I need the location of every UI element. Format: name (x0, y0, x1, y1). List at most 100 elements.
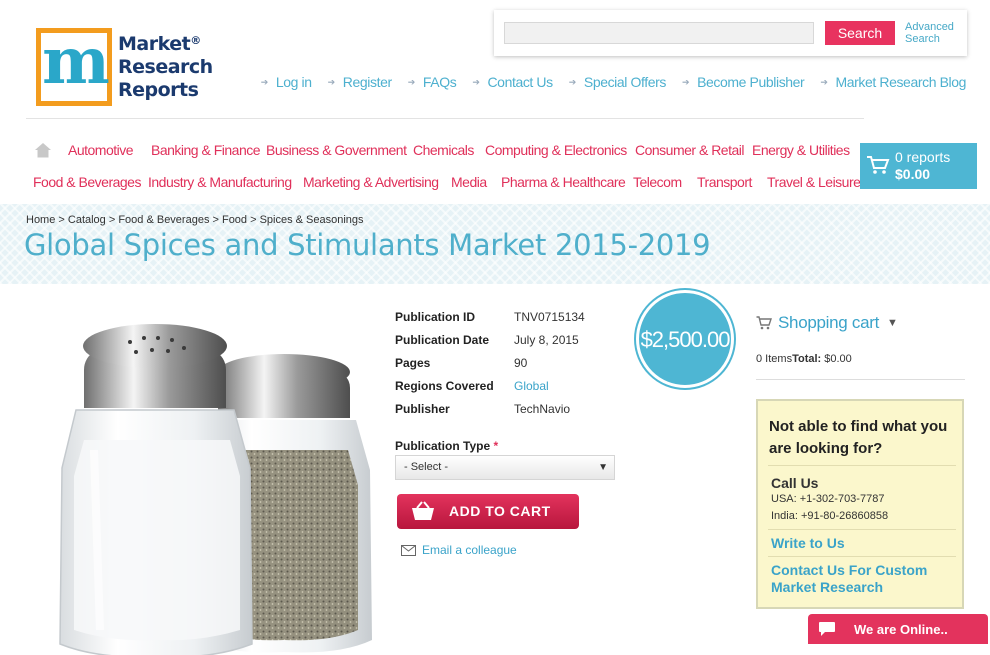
detail-label: Pages (395, 356, 431, 370)
nav-item-automotive[interactable]: Automotive (68, 142, 134, 158)
nav-item-computing-electronics[interactable]: Computing & Electronics (485, 142, 627, 158)
price-badge: $2,500.00 (636, 290, 734, 388)
dropdown-caret-icon: ▼ (598, 462, 608, 473)
nav-item-business-government[interactable]: Business & Government (266, 142, 407, 158)
top-link-become-publisher[interactable]: ➔ Become Publisher (682, 74, 805, 90)
cart-count: 0 reports (895, 149, 951, 165)
nav-item-industry-manufacturing[interactable]: Industry & Manufacturing (148, 174, 292, 190)
shopping-cart-title: Shopping cart (778, 313, 880, 332)
top-link-label: Special Offers (583, 74, 666, 90)
logo-wordmark: Market® Research Reports (118, 33, 213, 102)
add-to-cart-label: ADD TO CART (449, 503, 551, 519)
basket-icon (412, 501, 434, 520)
envelope-icon (401, 544, 416, 556)
top-link-label: FAQs (422, 74, 457, 90)
top-link-special-offers[interactable]: ➔ Special Offers (569, 74, 667, 90)
region-link[interactable]: Global (514, 379, 549, 393)
detail-value: July 8, 2015 (514, 333, 579, 347)
logo-line-3: Reports (118, 78, 199, 101)
nav-item-consumer-retail[interactable]: Consumer & Retail (635, 142, 745, 158)
top-link-label: Log in (275, 74, 312, 90)
arrow-icon: ➔ (472, 76, 480, 87)
select-value: - Select - (404, 461, 449, 473)
live-chat-label: We are Online.. (854, 622, 948, 637)
cart-icon (756, 316, 772, 330)
nav-item-transport[interactable]: Transport (697, 174, 752, 190)
shopping-cart-summary: 0 ItemsTotal: $0.00 (756, 353, 852, 365)
nav-item-telecom[interactable]: Telecom (633, 174, 682, 190)
write-to-us-link[interactable]: Write to Us (771, 535, 845, 552)
header-divider (26, 118, 864, 119)
call-us-heading: Call Us (771, 475, 819, 491)
search-input[interactable] (504, 22, 814, 44)
cart-divider (756, 379, 965, 380)
detail-label: Regions Covered (395, 379, 494, 393)
logo-line-2: Research (118, 55, 213, 78)
product-image (59, 324, 372, 655)
cart-total-label: Total: (792, 353, 822, 365)
top-link-contact[interactable]: ➔ Contact Us (472, 74, 553, 90)
nav-item-energy-utilities[interactable]: Energy & Utilities (752, 142, 850, 158)
cart-total: $0.00 (895, 166, 931, 182)
top-link-label: Register (342, 74, 392, 90)
required-marker: * (493, 439, 499, 453)
top-link-blog[interactable]: ➔ Market Research Blog (820, 74, 966, 90)
top-links: ➔ Log in ➔ Register ➔ FAQs ➔ Contact Us ➔ Spe… (245, 74, 967, 90)
detail-value: TNV0715134 (514, 310, 585, 324)
top-link-faqs[interactable]: ➔ FAQs (408, 74, 457, 90)
advanced-search-line-1: Advanced (905, 21, 954, 33)
top-link-label: Contact Us (487, 74, 553, 90)
nav-item-media[interactable]: Media (451, 174, 487, 190)
logo-line-1: Market (118, 32, 191, 55)
arrow-icon: ➔ (327, 76, 336, 87)
site-logo[interactable]: m Market® Research Reports (36, 28, 213, 106)
nav-item-banking-finance[interactable]: Banking & Finance (151, 142, 261, 158)
detail-value: 90 (514, 356, 528, 370)
arrow-icon: ➔ (820, 76, 828, 87)
phone-usa: USA: +1-302-703-7787 (771, 493, 885, 505)
advanced-search-line-2: Search (905, 33, 940, 45)
nav-item-travel-leisure[interactable]: Travel & Leisure (767, 174, 861, 190)
chevron-down-icon: ▼ (887, 317, 898, 329)
publication-type-label: Publication Type * (395, 439, 498, 453)
publication-type-select[interactable]: - Select - ▼ (395, 455, 615, 480)
email-colleague-label: Email a colleague (422, 543, 517, 557)
help-divider (768, 465, 956, 466)
nav-item-marketing-advertising[interactable]: Marketing & Advertising (303, 174, 439, 190)
title-banner: Home > Catalog > Food & Beverages > Food… (0, 204, 990, 284)
phone-india: India: +91-80-26860858 (771, 510, 889, 522)
live-chat-button[interactable]: We are Online.. (808, 614, 988, 644)
detail-label: Publisher (395, 402, 450, 416)
arrow-icon: ➔ (407, 76, 416, 87)
help-divider (768, 529, 956, 530)
detail-label: Publication Date (395, 333, 490, 347)
nav-item-pharma-healthcare[interactable]: Pharma & Healthcare (501, 174, 626, 190)
email-colleague-link[interactable]: Email a colleague (401, 543, 517, 557)
top-link-register[interactable]: ➔ Register (328, 74, 392, 90)
nav-item-chemicals[interactable]: Chemicals (413, 142, 474, 158)
page-title: Global Spices and Stimulants Market 2015… (24, 228, 711, 262)
top-link-label: Market Research Blog (835, 74, 966, 90)
help-divider (768, 556, 956, 557)
search-button[interactable]: Search (825, 21, 895, 45)
top-link-login[interactable]: ➔ Log in (261, 74, 312, 90)
detail-label: Publication ID (395, 310, 476, 324)
search-panel: Search Advanced Search (494, 10, 967, 56)
header-cart[interactable]: 0 reports $0.00 (860, 143, 977, 189)
home-icon[interactable] (34, 141, 52, 159)
logo-registered: ® (190, 33, 201, 47)
advanced-search-link[interactable]: Advanced Search (905, 21, 954, 45)
logo-m-glyph: m (42, 24, 110, 99)
help-heading: Not able to find what you are looking fo… (769, 418, 948, 457)
logo-mark: m (36, 28, 112, 106)
cart-icon (867, 156, 890, 174)
shopping-cart-toggle[interactable]: Shopping cart ▼ (756, 313, 898, 333)
top-link-label: Become Publisher (697, 74, 805, 90)
help-box: Not able to find what you are looking fo… (756, 399, 964, 609)
add-to-cart-button[interactable]: ADD TO CART (397, 494, 579, 529)
cart-total-value: $0.00 (824, 353, 852, 365)
breadcrumb[interactable]: Home > Catalog > Food & Beverages > Food… (26, 214, 364, 226)
chat-bubble-icon (819, 622, 835, 636)
custom-research-link[interactable]: Contact Us For Custom Market Research (771, 562, 956, 596)
nav-item-food-beverages[interactable]: Food & Beverages (33, 174, 141, 190)
